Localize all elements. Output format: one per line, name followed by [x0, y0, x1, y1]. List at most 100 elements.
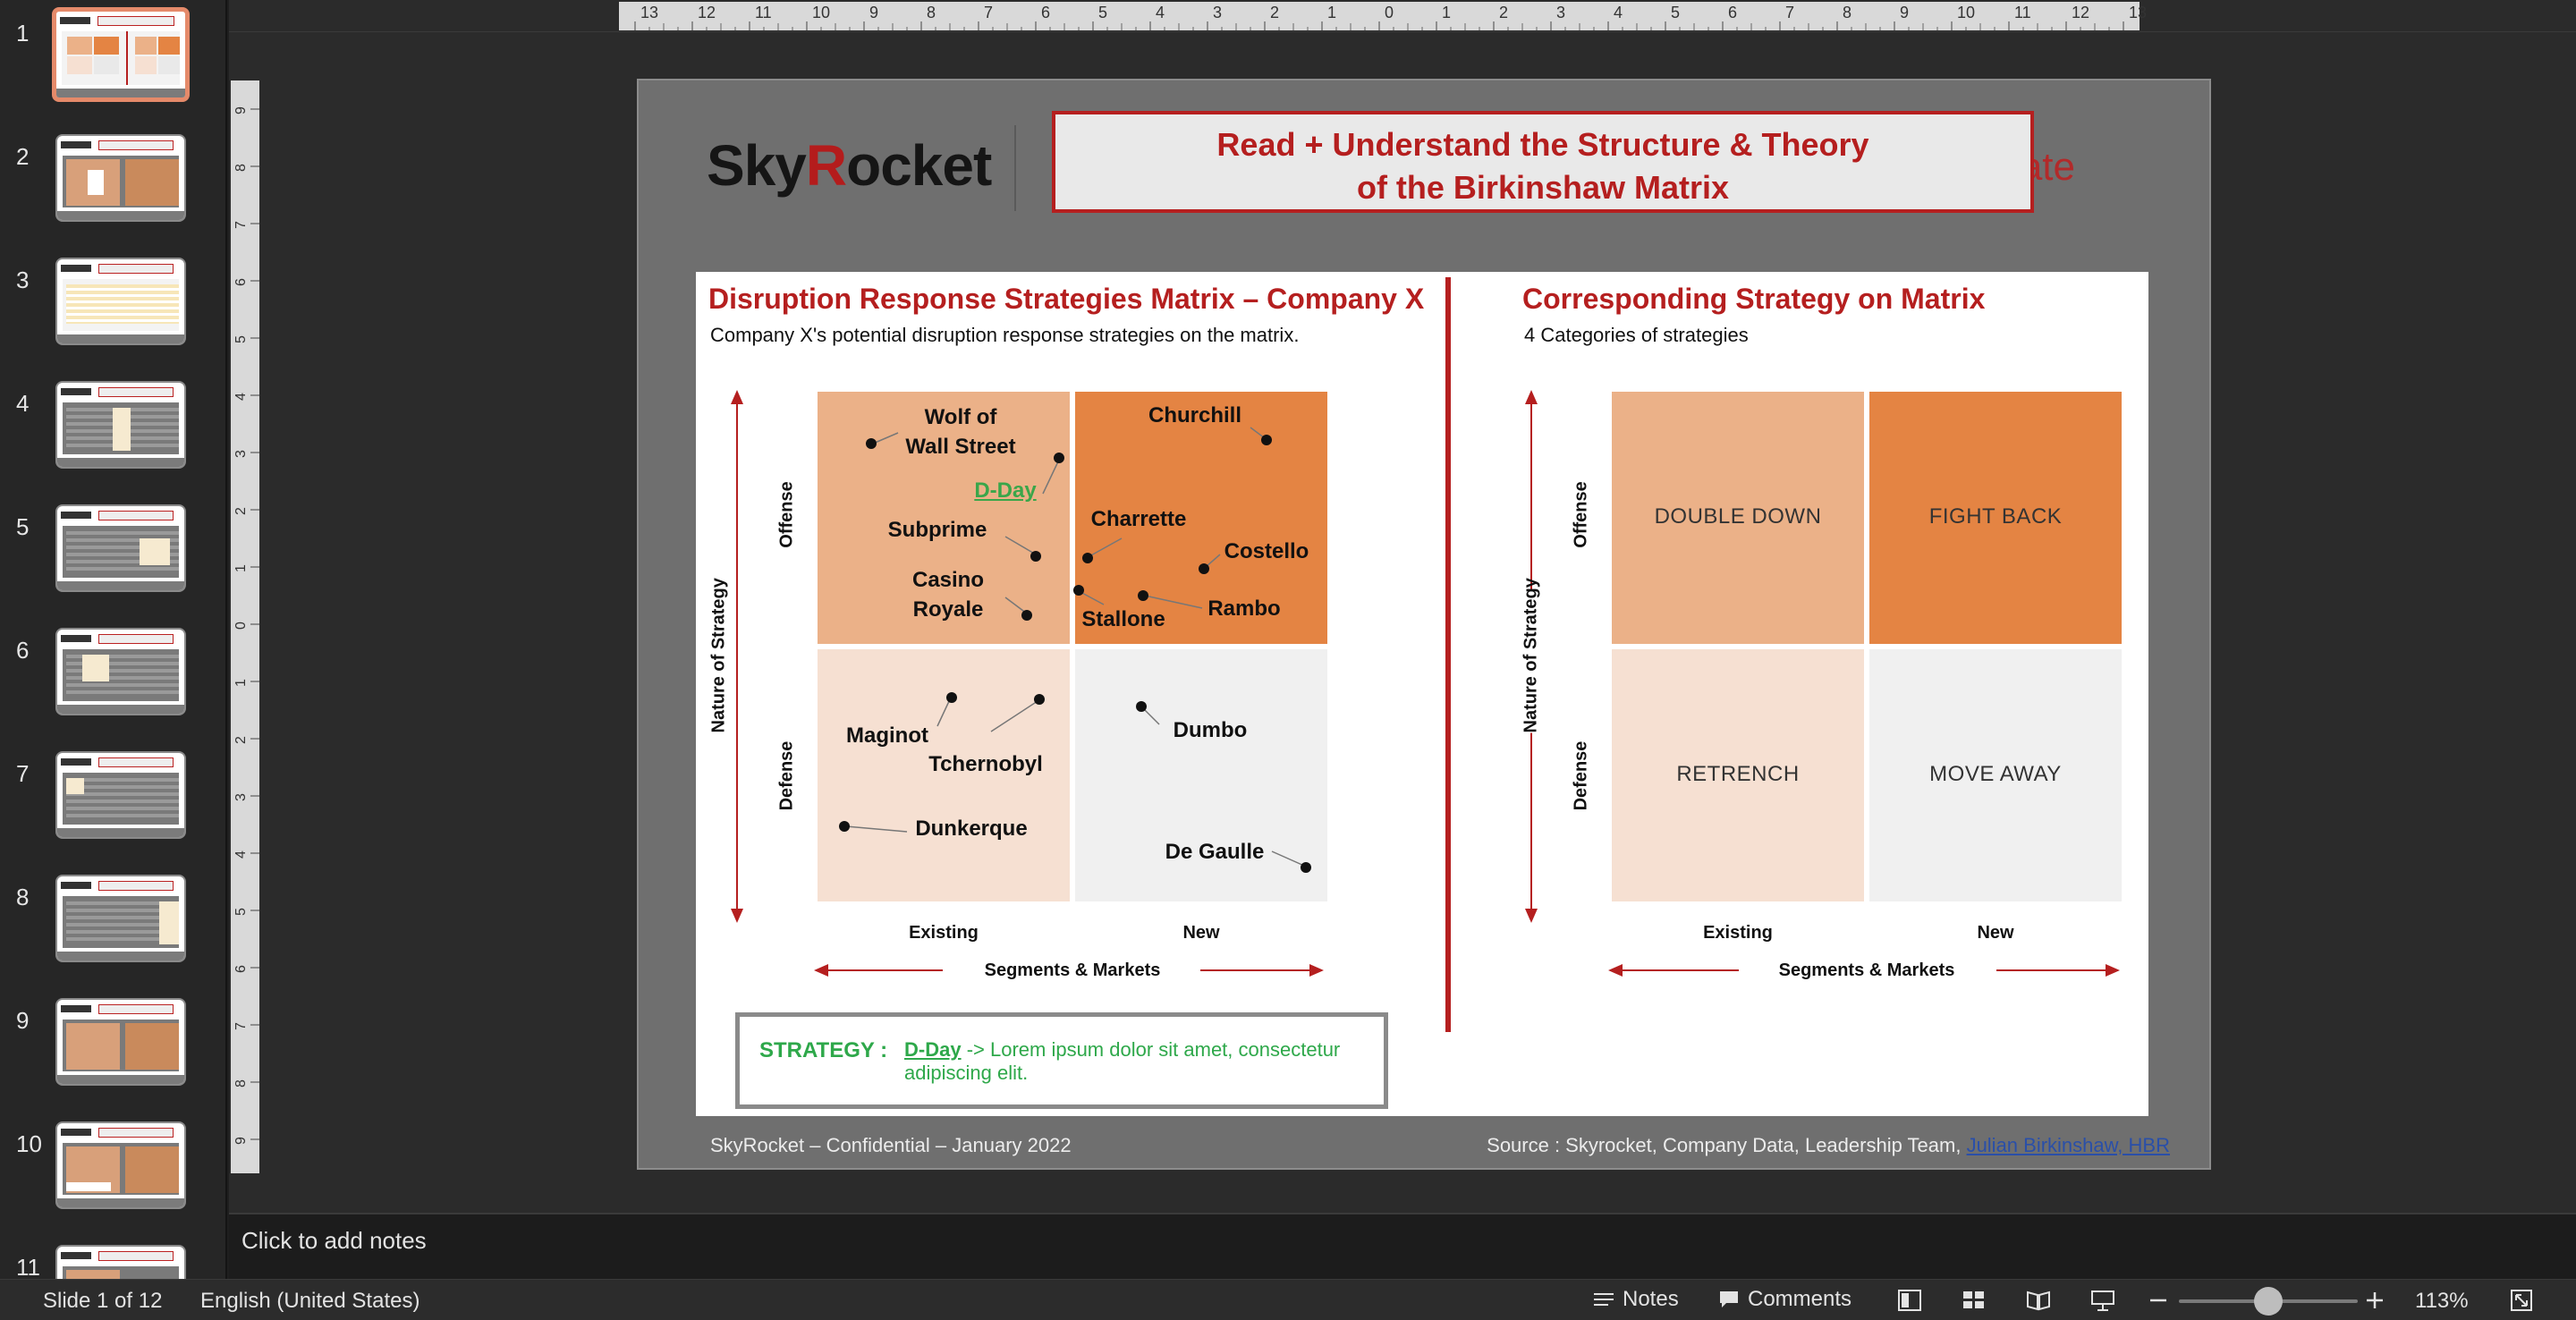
thumbnail-number: 11	[16, 1254, 40, 1279]
label-subprime: Subprime	[887, 518, 987, 542]
matrix-points-layer	[839, 427, 1311, 873]
ruler-tick-label: 10	[812, 4, 830, 21]
slide-thumbnail[interactable]	[55, 504, 186, 592]
slide-title-box[interactable]: Read + Understand the Structure & Theory…	[1052, 111, 2034, 213]
ruler-tick-label: 7	[233, 1022, 249, 1030]
notes-pane[interactable]: Click to add notes	[229, 1213, 2576, 1279]
ruler-tick-label: 1	[1327, 4, 1336, 21]
slide[interactable]: SkyRocket ate Read + Understand the Stru…	[637, 79, 2211, 1170]
slideshow-icon[interactable]	[2089, 1287, 2116, 1314]
thumbnail-row[interactable]: 3	[0, 250, 225, 349]
slide-thumbnail[interactable]	[55, 258, 186, 345]
language-indicator[interactable]: English (United States)	[200, 1289, 419, 1314]
arrow-up-icon	[1525, 390, 1538, 404]
ruler-tick-label: 4	[233, 850, 249, 859]
ruler-tick-label: 8	[233, 1079, 249, 1087]
ruler-tick-label: 13	[2129, 4, 2147, 21]
label-casino-royale: Casino Royale	[911, 568, 984, 622]
ruler-tick-label: 11	[2014, 4, 2031, 21]
right-matrix-title[interactable]: Corresponding Strategy on Matrix	[1522, 283, 1985, 316]
thumbnail-row[interactable]: 10	[0, 1114, 225, 1213]
slide-thumbnail[interactable]	[55, 875, 186, 962]
arrow-left-icon	[1608, 964, 1623, 977]
horizontal-ruler: 13 12 11 10 9 8 7 6 5 4 3 2 1 0 1 2 3 4 5 6 7 8 9 10 11 12 13	[229, 0, 2576, 32]
slide-thumbnail[interactable]	[55, 1121, 186, 1209]
comments-button[interactable]: Comments	[1717, 1287, 1852, 1312]
strategy-link[interactable]: D-Day	[904, 1038, 962, 1061]
notes-icon	[1594, 1293, 1614, 1306]
ruler-tick-label: 13	[640, 4, 658, 21]
point-dumbo	[1136, 701, 1147, 712]
label-dumbo: Dumbo	[1173, 718, 1248, 742]
notes-placeholder[interactable]: Click to add notes	[242, 1227, 427, 1255]
point-tchernobyl	[1034, 694, 1045, 705]
ruler-tick-label: 1	[233, 564, 249, 572]
center-divider	[1445, 277, 1451, 1032]
right-matrix-subtitle[interactable]: 4 Categories of strategies	[1524, 324, 1749, 347]
ruler-tick-label: 7	[233, 221, 249, 229]
slide-sorter-icon[interactable]	[1961, 1287, 1987, 1314]
thumbnail-number: 10	[16, 1130, 42, 1157]
source-link[interactable]: Julian Birkinshaw, HBR	[1967, 1134, 2170, 1156]
retrench-label: RETRENCH	[1676, 762, 1800, 786]
thumbnail-number: 2	[16, 143, 30, 170]
ruler-tick-label: 1	[233, 679, 249, 687]
slide-thumbnail[interactable]	[55, 751, 186, 839]
ruler-tick-label: 5	[1098, 4, 1107, 21]
zoom-level[interactable]: 113%	[2415, 1289, 2469, 1314]
thumbnail-number: 4	[16, 390, 30, 417]
ruler-tick-label: 3	[233, 450, 249, 458]
normal-view-icon[interactable]	[1896, 1287, 1923, 1314]
x-axis-line-right	[1996, 969, 2107, 971]
thumbnail-row[interactable]: 2	[0, 127, 225, 225]
point-de-gaulle	[1301, 862, 1311, 873]
point-d-day	[1054, 453, 1064, 463]
zoom-in-icon[interactable]	[2361, 1287, 2388, 1314]
thumbnail-row[interactable]: 6	[0, 621, 225, 719]
thumbnail-row[interactable]: 5	[0, 497, 225, 596]
ruler-tick-label: 6	[233, 278, 249, 286]
ruler-tick-label: 2	[233, 736, 249, 744]
thumbnail-row[interactable]: 8	[0, 867, 225, 966]
thumbnail-row[interactable]: 11	[0, 1238, 225, 1279]
point-rambo	[1138, 590, 1148, 601]
strategy-box[interactable]: STRATEGY : D-Day -> Lorem ipsum dolor si…	[735, 1012, 1388, 1109]
skyrocket-logo: SkyRocket	[707, 133, 992, 198]
slide-thumbnail[interactable]	[55, 381, 186, 469]
ruler-tick-label: 5	[233, 908, 249, 916]
thumbnail-row[interactable]: 9	[0, 991, 225, 1089]
ruler-tick-label: 11	[755, 4, 772, 21]
label-d-day[interactable]: D-Day	[970, 476, 1041, 505]
slide-thumbnail[interactable]	[52, 7, 190, 102]
zoom-slider-handle[interactable]	[2254, 1287, 2283, 1316]
thumbnail-row[interactable]: 4	[0, 374, 225, 472]
label-churchill: Churchill	[1148, 403, 1241, 427]
label-charrette: Charrette	[1090, 507, 1187, 531]
thumbnail-row[interactable]: 7	[0, 744, 225, 842]
y-axis-label: Nature of Strategy	[1521, 578, 1542, 733]
ruler-tick-label: 8	[927, 4, 936, 21]
reading-view-icon[interactable]	[2025, 1287, 2052, 1314]
footer-confidential: SkyRocket – Confidential – January 2022	[710, 1134, 1072, 1156]
label-costello: Costello	[1224, 539, 1309, 563]
slide-thumbnail[interactable]	[55, 998, 186, 1086]
slide-thumbnail[interactable]	[55, 628, 186, 715]
new-label: New	[1977, 923, 2014, 943]
defense-label: Defense	[1571, 740, 1591, 811]
zoom-out-icon[interactable]	[2145, 1287, 2172, 1314]
slide-counter: Slide 1 of 12	[43, 1289, 163, 1313]
comment-icon	[1720, 1291, 1738, 1307]
label-dunkerque: Dunkerque	[915, 817, 1028, 841]
thumbnail-row[interactable]: 1	[0, 4, 225, 102]
move-away-label: MOVE AWAY	[1929, 762, 2062, 786]
slide-thumbnail[interactable]	[55, 1245, 186, 1279]
point-maginot	[946, 692, 957, 703]
ruler-tick-label: 2	[1270, 4, 1279, 21]
slide-thumbnail[interactable]	[55, 134, 186, 222]
existing-label: Existing	[1703, 923, 1773, 943]
ruler-tick-label: 9	[869, 4, 878, 21]
label-wolf-of-wall-street: Wolf of Wall Street	[905, 405, 1016, 459]
notes-button[interactable]: Notes	[1592, 1287, 1679, 1312]
ruler-ticks: 13 12 11 10 9 8 7 6 5 4 3 2 1 0 1 2 3 4 5 6 7 8 9 10 11 12 13	[619, 2, 2147, 30]
fit-to-window-icon[interactable]	[2508, 1287, 2535, 1314]
